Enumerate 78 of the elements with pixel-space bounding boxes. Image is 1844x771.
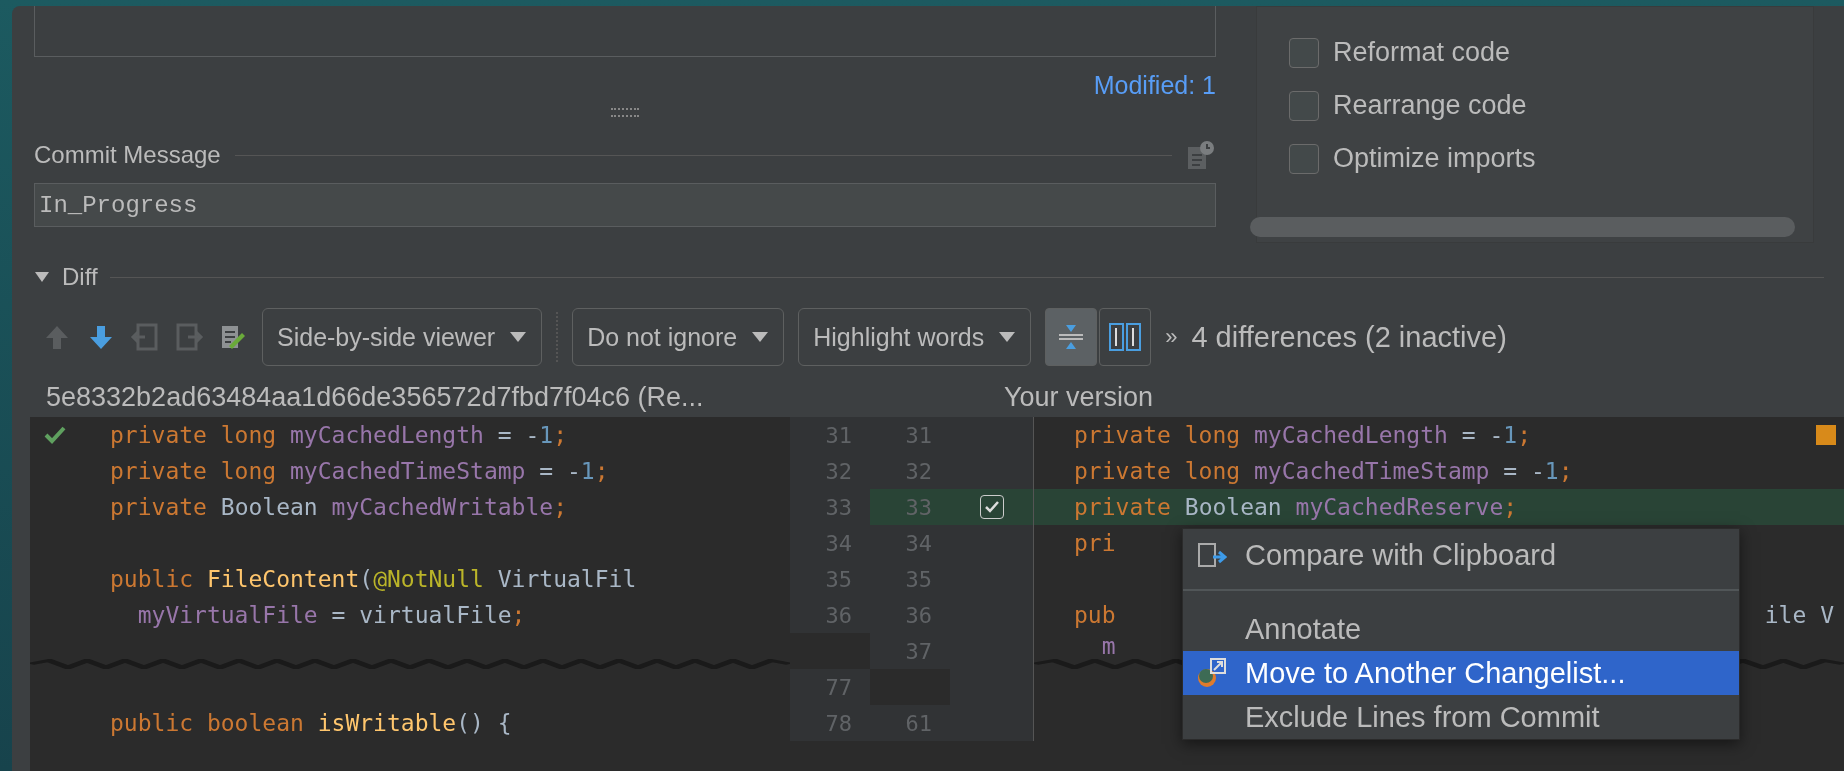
previous-file-icon[interactable] [130, 322, 160, 352]
dropdown-button[interactable]: Do not ignore [572, 308, 785, 366]
code-text: public [110, 566, 195, 592]
code-text: private [1074, 494, 1172, 520]
code-text: 1 [580, 458, 595, 484]
menu-item[interactable]: Move to Another Changelist... [1183, 651, 1739, 695]
include-line-checkbox[interactable] [979, 495, 1004, 519]
code-text: myCachedTimeStamp [1254, 458, 1490, 484]
code-text: private [110, 494, 208, 520]
checkmark-icon [983, 500, 1000, 514]
caret-icon [751, 331, 770, 343]
differences-summary: 4 differences (2 inactive) [1191, 320, 1507, 354]
code-text: = - [1502, 458, 1545, 484]
code-text: isWritable [317, 710, 457, 736]
option-checkbox[interactable]: Reformat code [1289, 37, 1813, 68]
changes-list-area[interactable] [34, 6, 1216, 57]
more-actions-button[interactable]: » [1165, 324, 1178, 350]
next-file-icon[interactable] [174, 322, 204, 352]
caret-icon [509, 331, 528, 343]
code-text: Boolean [1184, 494, 1283, 520]
code-text: 1 [1503, 422, 1518, 448]
option-checkbox[interactable]: Rearrange code [1289, 90, 1813, 121]
code-text: ; [594, 458, 609, 484]
option-checkbox[interactable]: Optimize imports [1289, 143, 1813, 174]
code-text: () { [456, 710, 512, 736]
code-text: = - [496, 422, 540, 448]
code-text: ; [511, 602, 526, 628]
code-text: Boolean [220, 494, 319, 520]
horizontal-scrollbar[interactable] [1250, 217, 1795, 237]
modified-count: Modified: 1 [1093, 71, 1216, 100]
code-text: pub [1074, 602, 1116, 628]
right-version-title: Your version [1004, 381, 1154, 413]
code-text: public boolean [110, 710, 305, 736]
menu-item[interactable]: Exclude Lines from Commit [1183, 695, 1739, 739]
code-text: ile V [1764, 602, 1834, 628]
collapse-unchanged-toggle[interactable] [1045, 308, 1098, 366]
code-text: FileContent [206, 566, 360, 592]
code-text: m [1100, 633, 1116, 659]
sync-scroll-icon [1108, 322, 1143, 352]
menu-item[interactable]: Compare with Clipboard [1183, 533, 1739, 577]
commit-message-label: Commit Message [34, 141, 221, 169]
left-version-title: 5e8332b2ad63484aa1d66de356572d7fbd7f04c6 (Re... [45, 381, 705, 413]
code-text: myCachedReserve [1295, 494, 1504, 520]
code-text: private long [110, 458, 278, 484]
resize-grip[interactable] [611, 108, 639, 117]
changelist-icon [1195, 657, 1227, 689]
code-text: myCachedWritable [331, 494, 554, 520]
synchronize-scrolling-toggle[interactable] [1099, 308, 1152, 366]
dropdown-button[interactable]: Side-by-side viewer [262, 308, 543, 366]
code-text: ; [553, 494, 567, 520]
commit-message-field[interactable]: In_Progress [34, 183, 1216, 227]
code-text: myCachedLength [290, 422, 484, 448]
code-text: = - [1460, 422, 1504, 448]
code-text: ; [1503, 494, 1518, 520]
code-text: private long [1074, 422, 1242, 448]
code-text: = - [538, 458, 581, 484]
message-history-icon[interactable] [1186, 139, 1216, 171]
change-marker-icon [1816, 425, 1836, 445]
code-text: VirtualFil [496, 566, 637, 592]
code-text: ; [553, 422, 567, 448]
code-text: = virtualFile [330, 602, 512, 628]
code-text: ; [1558, 458, 1573, 484]
code-text: 1 [1544, 458, 1559, 484]
code-text: myVirtualFile [136, 602, 318, 628]
code-text: private long [1074, 458, 1242, 484]
collapse-lines-icon [1057, 323, 1086, 351]
diff-section-label[interactable]: Diff [62, 263, 98, 291]
caret-icon [998, 331, 1017, 343]
code-text: myCachedTimeStamp [290, 458, 526, 484]
dropdown-button[interactable]: Highlight words [798, 308, 1032, 366]
code-text: 1 [539, 422, 554, 448]
code-text: pri [1074, 530, 1116, 556]
menu-item[interactable]: Annotate [1183, 607, 1739, 651]
code-text: ( [359, 566, 374, 592]
code-text: private long [110, 422, 278, 448]
code-text: @NotNull [373, 566, 484, 592]
code-text: ; [1517, 422, 1531, 448]
code-text: myCachedLength [1254, 422, 1448, 448]
